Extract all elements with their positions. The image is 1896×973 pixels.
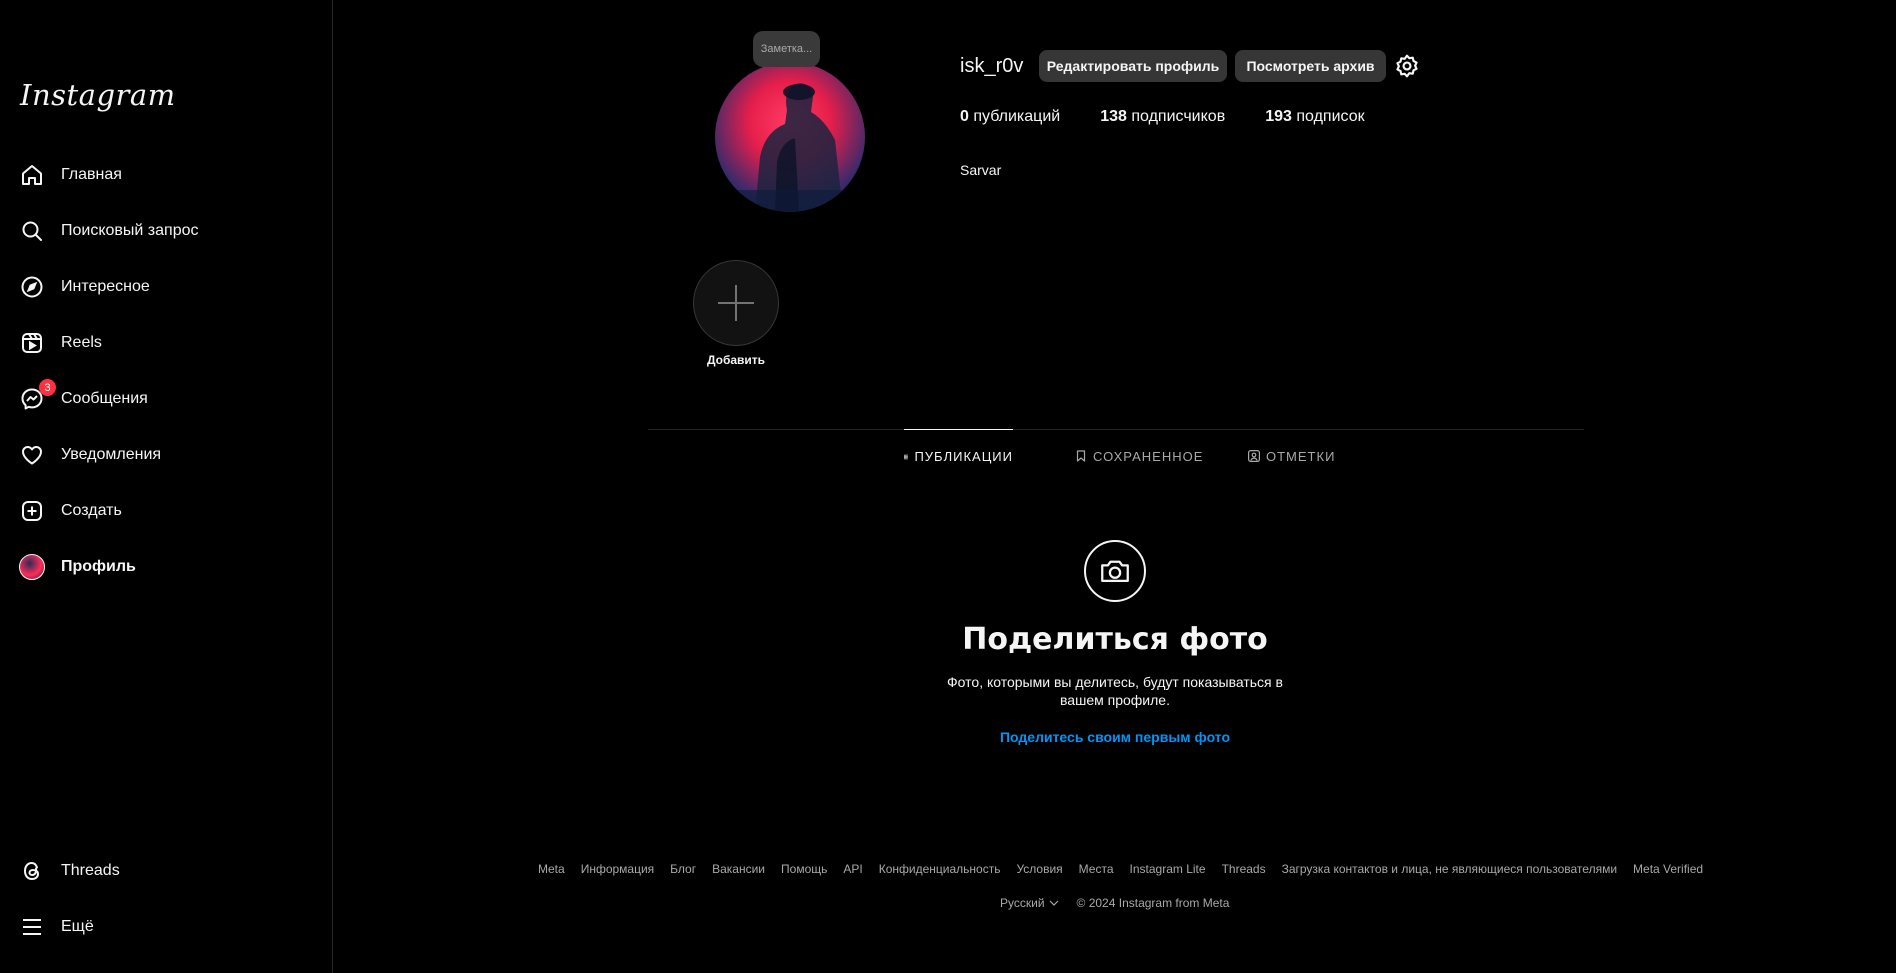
new-highlight[interactable]: Добавить	[690, 260, 782, 367]
language-select[interactable]: Русский	[1000, 896, 1059, 910]
sidebar-item-label: Интересное	[61, 278, 150, 295]
highlight-label: Добавить	[706, 353, 766, 367]
sidebar-item-label: Поисковый запрос	[61, 222, 199, 239]
sidebar-item-label: Создать	[61, 502, 122, 519]
profile-username: isk_r0v	[960, 55, 1024, 77]
footer-link[interactable]: Meta	[538, 862, 565, 876]
sidebar-item-explore[interactable]: Интересное	[18, 265, 318, 309]
footer-link[interactable]: Конфиденциальность	[879, 862, 1001, 876]
view-archive-button[interactable]: Посмотреть архив	[1235, 50, 1386, 82]
avatar	[715, 62, 865, 212]
bookmark-icon	[1076, 450, 1086, 462]
tagged-icon	[1248, 450, 1260, 462]
posts-stat: 0 публикаций	[960, 108, 1061, 125]
footer-link[interactable]: Instagram Lite	[1130, 862, 1206, 876]
search-icon	[18, 217, 46, 245]
empty-state-text: Фото, которыми вы делитесь, будут показы…	[947, 674, 1283, 708]
footer-link[interactable]: API	[843, 862, 862, 876]
plus-icon	[718, 285, 754, 321]
sidebar-item-label: Главная	[61, 166, 122, 183]
sidebar-item-more[interactable]: Ещё	[18, 905, 318, 949]
copyright: © 2024 Instagram from Meta	[1076, 896, 1230, 910]
profile-full-name: Sarvar	[960, 162, 1002, 178]
following-stat[interactable]: 193 подписок	[1265, 108, 1364, 126]
empty-state: Поделиться фото Фото, которыми вы делите…	[900, 540, 1330, 745]
profile-avatar[interactable]	[715, 62, 865, 212]
footer-link[interactable]: Блог	[670, 862, 696, 876]
footer-bottom: Русский © 2024 Instagram from Meta	[1000, 896, 1229, 910]
sidebar-item-reels[interactable]: Reels	[18, 321, 318, 365]
footer-link[interactable]: Загрузка контактов и лица, не являющиеся…	[1282, 862, 1617, 876]
footer-link[interactable]: Threads	[1222, 862, 1266, 876]
sidebar-item-label: Ещё	[61, 918, 94, 935]
notification-badge: 3	[39, 379, 56, 396]
sidebar-item-label: Уведомления	[61, 446, 162, 463]
note-bubble[interactable]: Заметка...	[753, 31, 820, 67]
sidebar-item-notifications[interactable]: Уведомления	[18, 433, 318, 477]
home-icon	[18, 161, 46, 189]
camera-icon	[1084, 540, 1146, 602]
footer-link[interactable]: Помощь	[781, 862, 827, 876]
sidebar-item-label: Reels	[61, 334, 102, 351]
sidebar-item-label: Threads	[61, 862, 120, 879]
profile-stats: 0 публикаций 138 подписчиков 193 подписо…	[960, 108, 1365, 126]
add-highlight-button[interactable]	[693, 260, 779, 346]
footer-link[interactable]: Места	[1079, 862, 1114, 876]
chevron-down-icon	[1049, 900, 1058, 906]
sidebar-item-create[interactable]: Создать	[18, 489, 318, 533]
heart-icon	[18, 441, 46, 469]
sidebar-item-home[interactable]: Главная	[18, 153, 318, 197]
sidebar-item-threads[interactable]: Threads	[18, 849, 318, 893]
grid-icon	[904, 454, 909, 459]
tab-posts[interactable]: ПУБЛИКАЦИИ	[904, 429, 1013, 483]
share-first-photo-link[interactable]: Поделитесь своим первым фото	[900, 729, 1330, 745]
settings-gear-icon[interactable]	[1394, 53, 1420, 79]
instagram-logo[interactable]: Instagram	[20, 78, 176, 112]
sidebar-item-label: Профиль	[61, 558, 136, 575]
tab-saved[interactable]: СОХРАНЕННОЕ	[1075, 429, 1203, 483]
sidebar-item-messages[interactable]: 3 Сообщения	[18, 377, 318, 421]
sidebar-item-search[interactable]: Поисковый запрос	[18, 209, 318, 253]
edit-profile-button[interactable]: Редактировать профиль	[1039, 50, 1227, 82]
threads-icon	[18, 857, 46, 885]
tab-tagged[interactable]: ОТМЕТКИ	[1248, 429, 1335, 483]
messenger-icon: 3	[18, 379, 56, 413]
footer-link[interactable]: Вакансии	[712, 862, 765, 876]
menu-icon	[18, 913, 46, 941]
avatar	[19, 554, 45, 580]
sidebar-item-label: Сообщения	[61, 390, 148, 407]
footer-link[interactable]: Meta Verified	[1633, 862, 1703, 876]
footer-link[interactable]: Условия	[1016, 862, 1062, 876]
empty-state-title: Поделиться фото	[962, 622, 1268, 657]
plus-square-icon	[18, 497, 46, 525]
reels-icon	[18, 329, 46, 357]
compass-icon	[18, 273, 46, 301]
sidebar-item-profile[interactable]: Профиль	[18, 545, 318, 589]
followers-stat[interactable]: 138 подписчиков	[1100, 108, 1225, 126]
footer-links: Meta Информация Блог Вакансии Помощь API…	[538, 862, 1703, 876]
footer-link[interactable]: Информация	[581, 862, 654, 876]
sidebar: Instagram Главная Поисковый запрос Интер…	[0, 0, 333, 973]
